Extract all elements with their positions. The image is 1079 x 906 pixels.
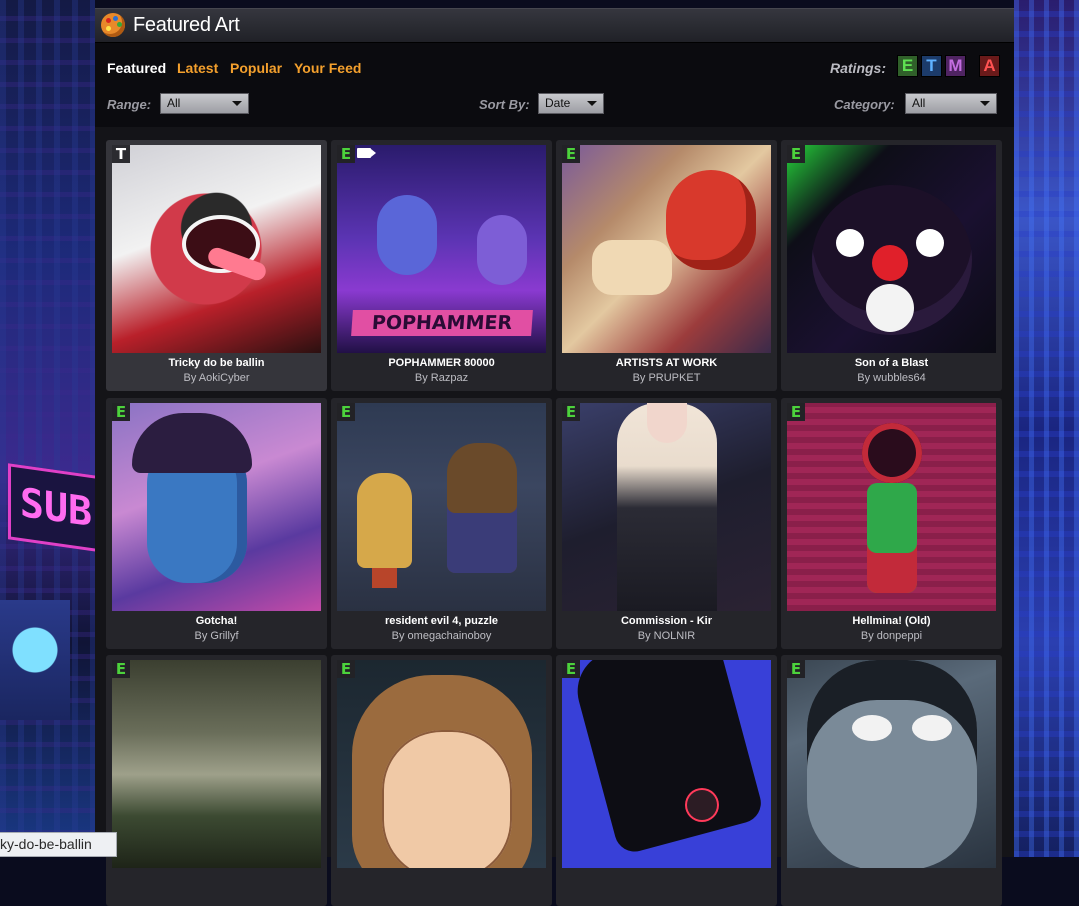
art-thumbnail[interactable]: E <box>112 403 321 611</box>
art-title[interactable]: Gotcha! <box>106 615 327 627</box>
tab-latest[interactable]: Latest <box>177 60 218 76</box>
art-author[interactable]: By AokiCyber <box>106 372 327 384</box>
status-link-tooltip: ky-do-be-ballin <box>0 832 117 857</box>
art-card[interactable]: E Hellmina! (Old) By donpeppi <box>781 398 1002 649</box>
rating-badge: E <box>337 403 355 421</box>
rating-t-toggle[interactable]: T <box>921 55 942 77</box>
art-title[interactable]: Tricky do be ballin <box>106 357 327 369</box>
tab-featured[interactable]: Featured <box>107 60 166 76</box>
art-author[interactable]: By wubbles64 <box>781 372 1002 384</box>
rating-badge: E <box>787 403 805 421</box>
art-card[interactable]: E <box>331 655 552 906</box>
category-label: Category: <box>834 97 895 112</box>
left-background-art: SUB <box>0 0 95 857</box>
rating-badge: E <box>562 145 580 163</box>
art-card[interactable]: E Commission - Kir By NOLNIR <box>556 398 777 649</box>
art-thumbnail[interactable]: E <box>337 145 546 353</box>
controls-bar: Featured Latest Popular Your Feed Rating… <box>95 43 1014 128</box>
art-author[interactable]: By Razpaz <box>331 372 552 384</box>
art-title[interactable]: resident evil 4, puzzle <box>331 615 552 627</box>
art-card[interactable]: E <box>781 655 1002 906</box>
palette-icon <box>101 13 125 37</box>
rating-badge: E <box>112 403 130 421</box>
art-thumbnail[interactable]: E <box>787 660 996 868</box>
rating-badge: T <box>112 145 130 163</box>
sort-by-select[interactable]: Date <box>538 93 604 114</box>
art-thumbnail[interactable]: E <box>337 660 546 868</box>
video-camera-icon <box>357 148 371 158</box>
art-author[interactable]: By omegachainoboy <box>331 630 552 642</box>
left-character-art <box>0 600 70 720</box>
art-card[interactable]: E resident evil 4, puzzle By omegachaino… <box>331 398 552 649</box>
tab-your-feed[interactable]: Your Feed <box>294 60 361 76</box>
rating-badge: E <box>562 403 580 421</box>
art-thumbnail[interactable]: T <box>112 145 321 353</box>
art-card[interactable]: E Son of a Blast By wubbles64 <box>781 140 1002 391</box>
rating-badge: E <box>337 660 355 678</box>
rating-e-toggle[interactable]: E <box>897 55 918 77</box>
art-thumbnail[interactable]: E <box>112 660 321 868</box>
ratings-label: Ratings: <box>830 60 886 76</box>
art-author[interactable]: By NOLNIR <box>556 630 777 642</box>
art-title[interactable]: Commission - Kir <box>556 615 777 627</box>
art-card[interactable]: E POPHAMMER 80000 By Razpaz <box>331 140 552 391</box>
range-select[interactable]: All <box>160 93 249 114</box>
art-card[interactable]: T Tricky do be ballin By AokiCyber <box>106 140 327 391</box>
panel-title: Featured Art <box>133 13 240 36</box>
right-background-art <box>1014 0 1079 857</box>
rating-badge: E <box>787 660 805 678</box>
art-card[interactable]: E Gotcha! By Grillyf <box>106 398 327 649</box>
art-title[interactable]: ARTISTS AT WORK <box>556 357 777 369</box>
art-title[interactable]: Hellmina! (Old) <box>781 615 1002 627</box>
rating-badge: E <box>337 145 355 163</box>
sort-by-label: Sort By: <box>479 97 530 112</box>
sub-sign-art: SUB <box>8 463 95 553</box>
art-card[interactable]: E <box>556 655 777 906</box>
art-author[interactable]: By donpeppi <box>781 630 1002 642</box>
art-thumbnail[interactable]: E <box>562 145 771 353</box>
art-thumbnail[interactable]: E <box>562 403 771 611</box>
rating-a-toggle[interactable]: A <box>979 55 1000 77</box>
art-thumbnail[interactable]: E <box>787 403 996 611</box>
art-card[interactable]: E ARTISTS AT WORK By PRUPKET <box>556 140 777 391</box>
art-title[interactable]: Son of a Blast <box>781 357 1002 369</box>
category-select[interactable]: All <box>905 93 997 114</box>
panel-header: Featured Art <box>95 8 1014 43</box>
rating-badge: E <box>562 660 580 678</box>
art-thumbnail[interactable]: E <box>337 403 546 611</box>
art-thumbnail[interactable]: E <box>562 660 771 868</box>
rating-badge: E <box>112 660 130 678</box>
art-author[interactable]: By PRUPKET <box>556 372 777 384</box>
rating-m-toggle[interactable]: M <box>945 55 966 77</box>
art-card[interactable]: E <box>106 655 327 906</box>
art-title[interactable]: POPHAMMER 80000 <box>331 357 552 369</box>
tab-popular[interactable]: Popular <box>230 60 282 76</box>
rating-badge: E <box>787 145 805 163</box>
range-label: Range: <box>107 97 152 112</box>
art-author[interactable]: By Grillyf <box>106 630 327 642</box>
art-thumbnail[interactable]: E <box>787 145 996 353</box>
